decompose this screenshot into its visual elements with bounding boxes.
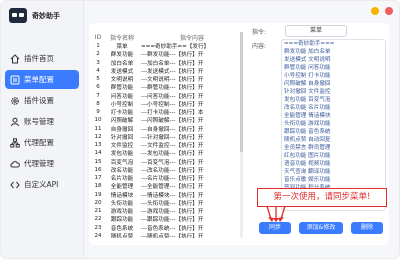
sidebar-item-label: 插件首页: [24, 54, 54, 63]
minimize-button[interactable]: [371, 7, 379, 15]
network-icon: [10, 137, 20, 148]
logo-icon: [9, 8, 27, 23]
brand: 奇妙助手: [9, 8, 60, 23]
menu-icon: [10, 75, 20, 85]
sidebar-item-label: 代理配置: [24, 138, 54, 147]
arrow-left: [266, 205, 272, 220]
sidebar: 奇妙助手 插件首页菜单配置插件设置账号管理代理配置代理管理自定义API: [1, 1, 84, 258]
callout-arrows: [266, 205, 286, 222]
user-icon: [10, 117, 20, 127]
sidebar-item-label: 插件设置: [24, 96, 54, 105]
close-button[interactable]: [385, 7, 393, 15]
sidebar-item-1[interactable]: 菜单配置: [5, 70, 79, 89]
gear-icon: [10, 96, 20, 106]
sidebar-item-2[interactable]: 插件设置: [5, 91, 79, 110]
sidebar-item-label: 代理管理: [24, 159, 54, 168]
sidebar-item-label: 账号管理: [24, 117, 54, 126]
api-icon: [10, 180, 20, 190]
sidebar-item-5[interactable]: 代理管理: [5, 154, 79, 173]
sidebar-item-0[interactable]: 插件首页: [5, 49, 79, 68]
arrow-left-head: [268, 217, 274, 222]
main-panel: ID 指令名称 指令内容 1 菜单 ===奇妙助手==【发行】 2 群发功能 ---群发功…: [89, 23, 389, 245]
sidebar-nav: 插件首页菜单配置插件设置账号管理代理配置代理管理自定义API: [5, 49, 79, 196]
arrow-right-head: [278, 217, 284, 222]
window-controls: [371, 7, 393, 15]
app-title: 奇妙助手: [32, 11, 60, 20]
sidebar-item-label: 自定义API: [24, 180, 59, 189]
sidebar-item-label: 菜单配置: [24, 75, 54, 84]
sidebar-item-6[interactable]: 自定义API: [5, 175, 79, 194]
sidebar-item-3[interactable]: 账号管理: [5, 112, 79, 131]
arrow-mid-head: [273, 218, 279, 222]
app-window: 奇妙助手 插件首页菜单配置插件设置账号管理代理配置代理管理自定义API ID 指…: [1, 1, 399, 258]
arrow-right: [280, 205, 286, 220]
sidebar-item-4[interactable]: 代理配置: [5, 133, 79, 152]
cloud-icon: [10, 159, 20, 169]
home-icon: [10, 53, 20, 64]
